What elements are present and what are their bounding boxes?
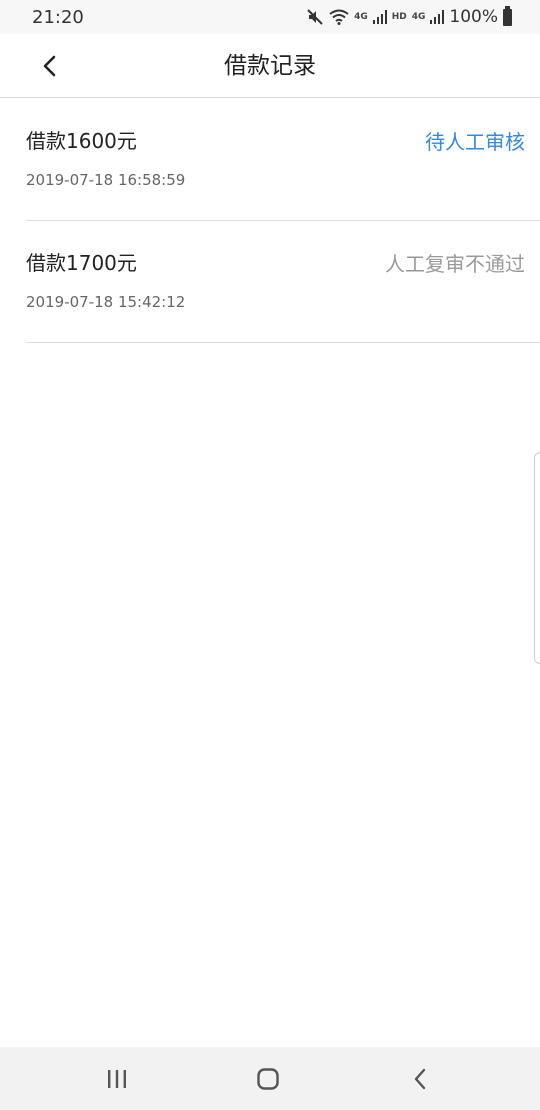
loan-record-row[interactable]: 借款1700元 人工复审不通过 2019-07-18 15:42:12 <box>26 221 540 343</box>
home-button[interactable] <box>238 1061 298 1097</box>
battery-icon <box>503 5 512 26</box>
status-icons: 4G HD 4G 100% <box>306 5 512 27</box>
recents-icon <box>108 1070 126 1088</box>
loan-amount: 借款1700元 <box>26 251 137 275</box>
network-type-2: 4G <box>411 11 426 22</box>
loan-record-row[interactable]: 借款1600元 待人工审核 2019-07-18 16:58:59 <box>26 99 540 221</box>
home-icon <box>257 1068 279 1090</box>
loan-status: 待人工审核 <box>425 130 525 154</box>
back-icon <box>414 1068 426 1090</box>
loan-amount: 借款1600元 <box>26 129 137 153</box>
navigation-bar <box>0 1047 540 1110</box>
loan-time: 2019-07-18 16:58:59 <box>26 171 186 189</box>
loan-status: 人工复审不通过 <box>385 252 525 276</box>
hd-label: HD <box>391 11 407 22</box>
signal-icon <box>372 10 387 24</box>
back-button[interactable] <box>30 46 70 86</box>
wifi-icon <box>329 9 349 25</box>
mute-icon <box>307 9 323 25</box>
recents-button[interactable] <box>87 1061 147 1097</box>
nav-back-button[interactable] <box>390 1061 450 1097</box>
signal-icon <box>430 10 445 24</box>
loan-time: 2019-07-18 15:42:12 <box>26 293 186 311</box>
header: 借款记录 <box>0 34 540 98</box>
network-type-1: 4G <box>354 11 368 22</box>
page-title: 借款记录 <box>224 53 316 79</box>
loan-record-list: 借款1600元 待人工审核 2019-07-18 16:58:59 借款1700… <box>0 99 540 343</box>
edge-panel-handle[interactable] <box>534 452 540 664</box>
battery-percent: 100% <box>449 7 498 27</box>
chevron-left-icon <box>43 55 56 77</box>
status-bar: 21:20 4G HD 4G 100% <box>0 0 540 34</box>
status-time: 21:20 <box>32 6 84 28</box>
